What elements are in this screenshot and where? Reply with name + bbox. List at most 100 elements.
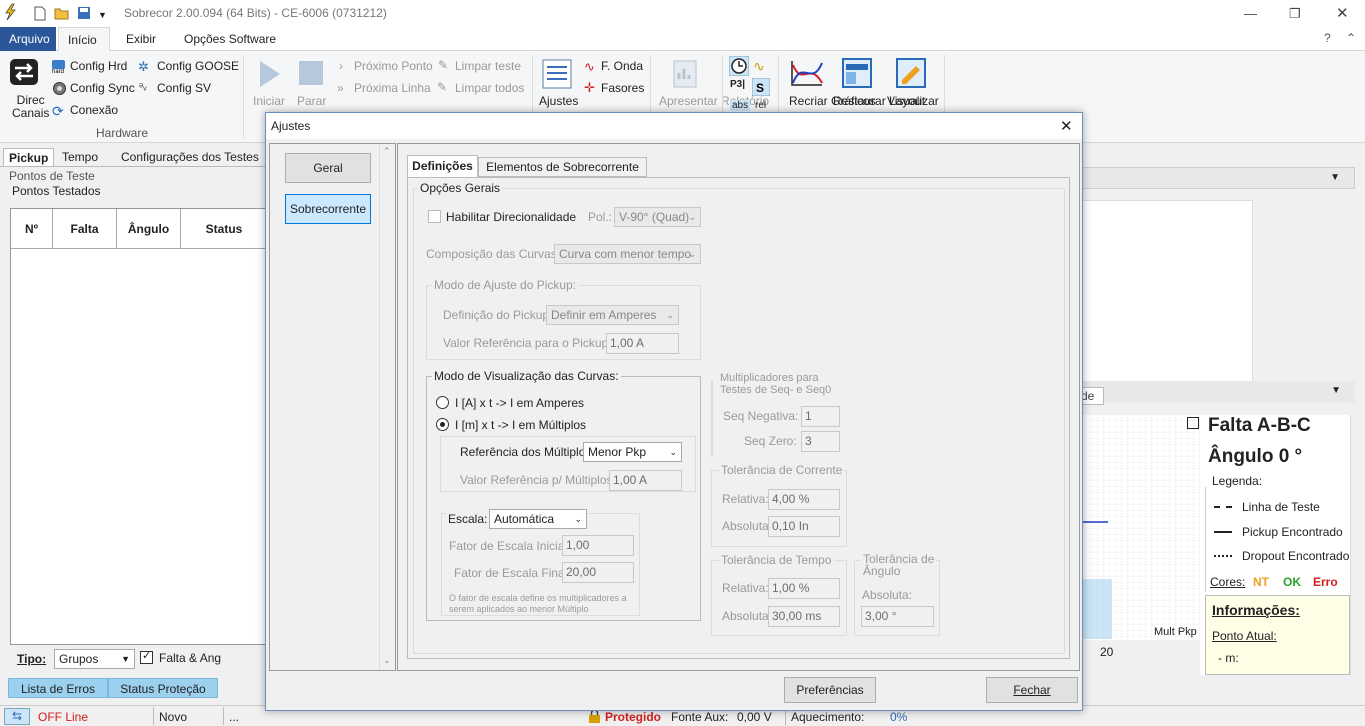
legend-linha-teste: Linha de Teste (1242, 500, 1320, 514)
mult-title-line1: Multiplicadores para (720, 372, 819, 384)
conexao-button[interactable]: Conexão (70, 103, 118, 117)
tol-ang-absoluta-input[interactable]: 3,00 ° (861, 606, 934, 627)
proximo-ponto-button[interactable]: Próximo Ponto (354, 59, 433, 73)
parar-button[interactable]: Parar (297, 94, 326, 108)
collapse-ribbon-icon[interactable]: ⌃ (1346, 31, 1356, 45)
p3-icon[interactable]: P3| (730, 79, 745, 90)
abs-toggle[interactable]: abs (730, 100, 751, 111)
quick-access-dropdown-icon[interactable]: ▼ (98, 10, 107, 20)
save-icon[interactable] (77, 6, 91, 20)
restore-icon[interactable]: ❐ (1289, 6, 1301, 22)
composicao-label: Composição das Curvas: (426, 247, 561, 261)
tab-elementos-sobrecorrente[interactable]: Elementos de Sobrecorrente (478, 157, 647, 177)
tipo-select[interactable]: Grupos ▼ (54, 649, 135, 669)
tol-tempo-absoluta-input[interactable]: 30,00 ms (768, 606, 840, 627)
visualizar-button[interactable]: Visualizar (887, 94, 939, 108)
limpar-todos-button[interactable]: Limpar todos (455, 81, 524, 95)
limpar-teste-button[interactable]: Limpar teste (455, 59, 521, 73)
preferencias-button[interactable]: Preferências (784, 677, 876, 703)
col-numero[interactable]: Nº (11, 209, 53, 249)
legend-panel: Falta A-B-C Ângulo 0 ° Legenda: Linha de… (1187, 415, 1350, 675)
direc-canais-button[interactable]: Direc Canais (12, 94, 49, 120)
fasores-button[interactable]: Fasores (601, 81, 644, 95)
config-goose-button[interactable]: Config GOOSE (157, 59, 239, 73)
new-file-icon[interactable] (34, 6, 46, 21)
tab-exibir[interactable]: Exibir (117, 27, 165, 51)
config-sv-button[interactable]: Config SV (157, 81, 211, 95)
nav-scrollbar[interactable]: ⌃ ⌄ (379, 144, 395, 670)
col-angulo[interactable]: Ângulo (117, 209, 181, 249)
restaurar-layout-icon (842, 58, 872, 88)
valor-ref-pickup-input[interactable]: 1,00 A (606, 333, 679, 354)
pol-select[interactable]: V-90° (Quad) ⌄ (614, 207, 701, 227)
tol-corr-absoluta-input[interactable]: 0,10 In (768, 516, 840, 537)
ajustes-button[interactable]: Ajustes (539, 94, 578, 108)
right-scrollbar[interactable] (1350, 415, 1360, 675)
col-falta[interactable]: Falta (53, 209, 117, 249)
tab-opcoes-software[interactable]: Opções Software (175, 27, 285, 51)
sine-icon[interactable]: ∿ (753, 58, 765, 75)
dialog-nav: Geral Sobrecorrente ⌃ ⌄ (269, 143, 396, 671)
definicao-pickup-select[interactable]: Definir em Amperes ⌄ (546, 305, 679, 325)
tol-tempo-relativa-label: Relativa: (722, 581, 769, 595)
tab-inicio[interactable]: Início (58, 27, 110, 52)
config-hrd-button[interactable]: Config Hrd (70, 59, 127, 73)
falta-ang-checkbox[interactable]: ✓ (140, 650, 153, 664)
rel-toggle[interactable]: rel (755, 100, 766, 111)
tab-status-protecao[interactable]: Status Proteção (108, 678, 218, 698)
chart-grid-svg (1080, 415, 1200, 640)
minimize-icon[interactable]: — (1244, 6, 1257, 21)
fator-final-input[interactable]: 20,00 (562, 562, 634, 583)
pontos-testados-grid[interactable]: Nº Falta Ângulo Status (10, 208, 268, 645)
escala-select[interactable]: Automática ⌄ (489, 509, 587, 529)
svg-text:hard: hard (52, 69, 64, 74)
habilitar-direcionalidade-checkbox[interactable] (428, 210, 441, 223)
s-toggle-icon[interactable]: S (752, 78, 770, 96)
nav-geral[interactable]: Geral (285, 153, 371, 183)
radio-multiplos-label: I [m] x t -> I em Múltiplos (455, 418, 587, 432)
fator-inicial-input[interactable]: 1,00 (562, 535, 634, 556)
tab-arquivo[interactable]: Arquivo (0, 27, 56, 51)
composicao-select[interactable]: Curva com menor tempo ⌄ (554, 244, 701, 264)
tab-lista-erros[interactable]: Lista de Erros (8, 678, 108, 698)
maximize-chart-icon[interactable] (1187, 417, 1199, 429)
forma-onda-button[interactable]: F. Onda (601, 59, 643, 73)
apresentar-relatorio-button[interactable]: Apresentar Relatório (659, 94, 769, 108)
close-icon[interactable]: ✕ (1336, 4, 1349, 22)
seq-negativa-input[interactable]: 1 (801, 406, 840, 427)
scroll-down-icon[interactable]: ⌄ (383, 655, 391, 666)
chevron-down-icon[interactable]: ▼ (1330, 172, 1340, 183)
chart-tab-fragment[interactable]: de (1080, 387, 1104, 405)
seq-zero-label: Seq Zero: (744, 434, 797, 448)
tab-tempo[interactable]: Tempo (57, 148, 103, 166)
tab-definicoes[interactable]: Definições (407, 155, 478, 177)
clock-toggle-icon[interactable] (729, 56, 749, 76)
config-sync-button[interactable]: Config Sync (70, 81, 135, 95)
radio-multiplos[interactable] (436, 418, 449, 431)
connection-icon[interactable]: ⇆ (4, 708, 30, 725)
chevron-down-icon: ⌄ (688, 212, 696, 222)
tab-pickup[interactable]: Pickup (3, 148, 55, 166)
ref-multiplos-select[interactable]: Menor Pkp ⌄ (583, 442, 682, 462)
definicoes-panel: Opções Gerais Habilitar Direcionalidade … (407, 177, 1070, 659)
tol-tempo-relativa-input[interactable]: 1,00 % (768, 578, 840, 599)
ajustes-icon (542, 59, 572, 89)
nav-sobrecorrente[interactable]: Sobrecorrente (285, 194, 371, 224)
scroll-up-icon[interactable]: ⌃ (383, 146, 391, 157)
open-folder-icon[interactable] (54, 6, 70, 20)
fechar-button[interactable]: Fechar (986, 677, 1078, 703)
tol-corr-relativa-input[interactable]: 4,00 % (768, 489, 840, 510)
dialog-close-icon[interactable]: ✕ (1060, 117, 1073, 135)
seq-zero-input[interactable]: 3 (801, 431, 840, 452)
iniciar-button[interactable]: Iniciar (253, 94, 285, 108)
tab-configuracoes-testes[interactable]: Configurações dos Testes (116, 148, 264, 166)
chevron-down-icon[interactable]: ▼ (1331, 385, 1341, 396)
col-status[interactable]: Status (181, 209, 267, 249)
valor-ref-mult-input[interactable]: 1,00 A (609, 470, 682, 491)
radio-amperes-label: I [A] x t -> I em Amperes (455, 396, 585, 410)
tipo-label: Tipo: (17, 652, 47, 666)
radio-amperes[interactable] (436, 396, 449, 409)
cor-erro: Erro (1313, 575, 1338, 589)
help-icon[interactable]: ? (1324, 31, 1331, 45)
proxima-linha-button[interactable]: Próxima Linha (354, 81, 431, 95)
